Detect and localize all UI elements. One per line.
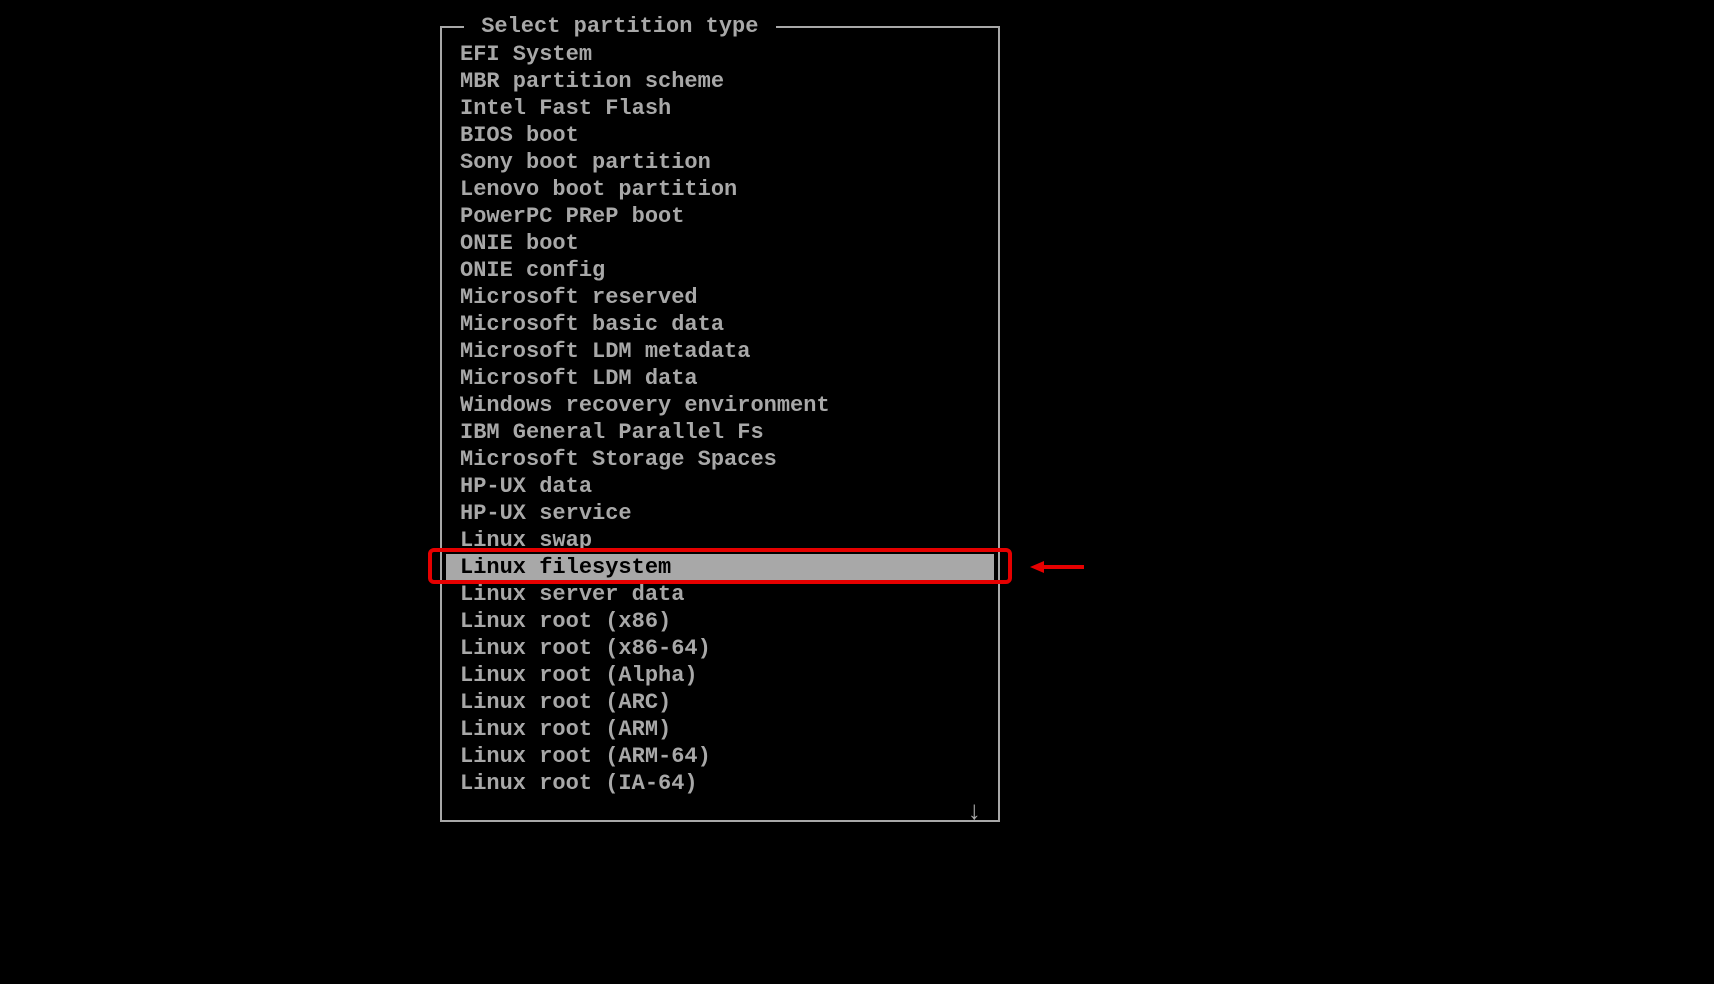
partition-type-option[interactable]: Microsoft LDM data [446,365,994,392]
annotation-arrow-icon [1030,559,1084,575]
partition-type-option[interactable]: Linux swap [446,527,994,554]
partition-type-option[interactable]: PowerPC PReP boot [446,203,994,230]
partition-type-option[interactable]: Sony boot partition [446,149,994,176]
partition-type-option[interactable]: Linux server data [446,581,994,608]
partition-type-option[interactable]: Linux root (ARM-64) [446,743,994,770]
partition-type-option[interactable]: Linux root (Alpha) [446,662,994,689]
partition-type-option[interactable]: Linux root (ARC) [446,689,994,716]
partition-type-option[interactable]: HP-UX service [446,500,994,527]
partition-type-option[interactable]: Linux filesystem [446,554,994,581]
partition-type-option[interactable]: IBM General Parallel Fs [446,419,994,446]
partition-type-dialog: Select partition type EFI SystemMBR part… [440,14,1000,822]
partition-type-option[interactable]: Microsoft basic data [446,311,994,338]
partition-type-option[interactable]: ONIE boot [446,230,994,257]
partition-type-option[interactable]: Windows recovery environment [446,392,994,419]
partition-type-option[interactable]: Linux root (IA-64) [446,770,994,797]
partition-type-option[interactable]: EFI System [446,41,994,68]
partition-type-option[interactable]: Microsoft LDM metadata [446,338,994,365]
partition-type-option[interactable]: ONIE config [446,257,994,284]
partition-type-option[interactable]: Linux root (ARM) [446,716,994,743]
partition-type-option[interactable]: Intel Fast Flash [446,95,994,122]
partition-type-option[interactable]: Lenovo boot partition [446,176,994,203]
partition-type-option[interactable]: MBR partition scheme [446,68,994,95]
partition-type-option[interactable]: Microsoft reserved [446,284,994,311]
partition-type-list[interactable]: EFI SystemMBR partition schemeIntel Fast… [446,41,994,816]
partition-type-option[interactable]: HP-UX data [446,473,994,500]
dialog-title: Select partition type [464,14,776,39]
scroll-down-icon[interactable]: ↓ [966,797,982,827]
partition-type-option[interactable]: Linux root (x86-64) [446,635,994,662]
partition-type-option[interactable]: BIOS boot [446,122,994,149]
partition-type-option[interactable]: Microsoft Storage Spaces [446,446,994,473]
partition-type-option[interactable]: Linux root (x86) [446,608,994,635]
